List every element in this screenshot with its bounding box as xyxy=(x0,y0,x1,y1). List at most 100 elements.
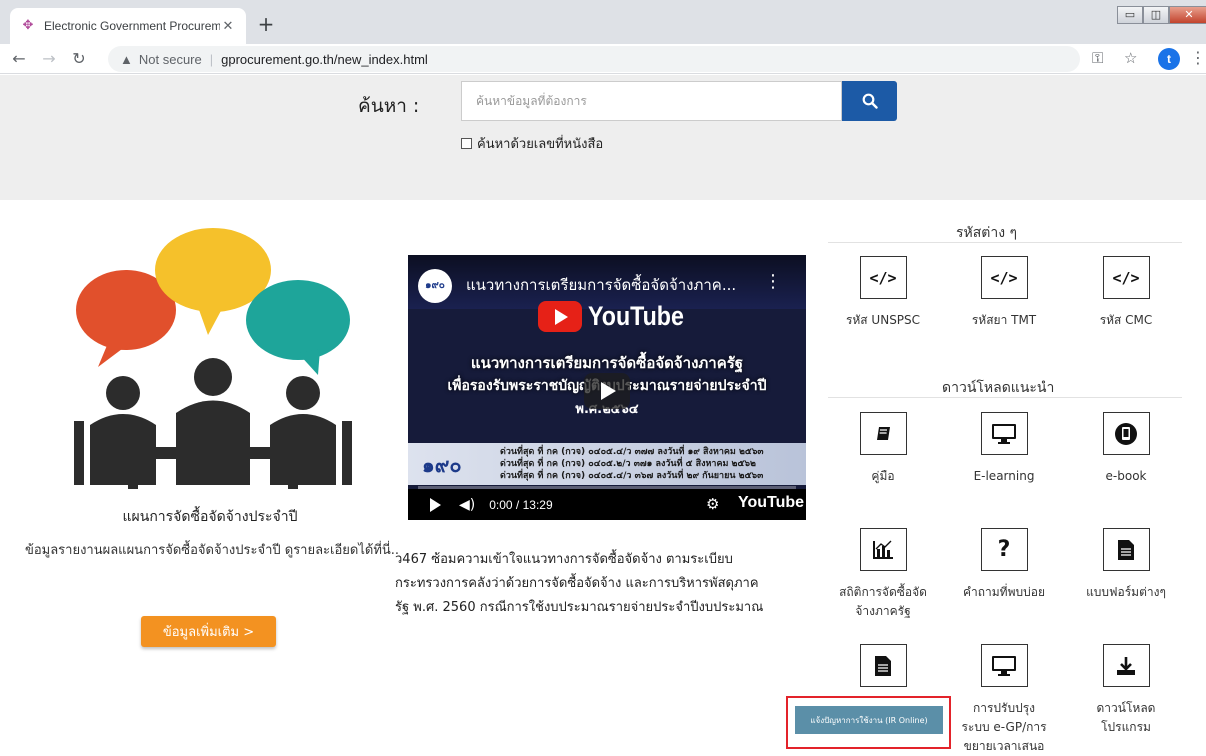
article-line: ว467 ซ้อมความเข้าใจแนวทางการจัดซื้อจัดจ้… xyxy=(395,552,733,567)
tile-elearning[interactable]: E-learning xyxy=(949,412,1059,486)
search-button[interactable] xyxy=(842,81,897,121)
play-icon[interactable] xyxy=(430,497,441,512)
tile-tmt[interactable]: </> รหัสยา TMT xyxy=(949,256,1059,330)
plan-title: แผนการจัดซื้อจัดจ้างประจำปี xyxy=(122,509,298,525)
tile-cmc[interactable]: </> รหัส CMC xyxy=(1071,256,1181,330)
tile-unspsc[interactable]: </> รหัส UNSPSC xyxy=(828,256,938,330)
address-bar[interactable]: ▲ Not secure | gprocurement.go.th/new_in… xyxy=(108,46,1080,72)
search-by-doc-checkbox[interactable] xyxy=(461,138,472,149)
volume-icon[interactable]: ◀) xyxy=(459,497,475,513)
bookmark-star-icon[interactable]: ☆ xyxy=(1124,49,1137,67)
article-line: กระทรวงการคลังว่าด้วยการจัดซื้อจัดจ้าง แ… xyxy=(395,576,759,591)
video-caption-line1: แนวทางการเตรียมการจัดซื้อจัดจ้างภาครัฐ xyxy=(470,354,744,372)
minimize-button[interactable]: ▭ xyxy=(1117,6,1143,24)
tab-title: Electronic Government Procurem xyxy=(44,19,220,33)
tile-label: รหัสยา TMT xyxy=(971,313,1037,327)
search-section: ค้นหา : ค้นหาข้อมูลที่ต้องการ ค้นหาด้วยเ… xyxy=(0,75,1206,200)
document-icon xyxy=(859,644,907,687)
article-line: รัฐ พ.ศ. 2560 กรณีการใช้งบประมาณรายจ่ายป… xyxy=(395,600,764,615)
form-icon xyxy=(1102,528,1150,571)
not-secure-label: Not secure xyxy=(138,51,202,67)
settings-gear-icon[interactable]: ⚙ xyxy=(706,495,719,513)
band-logo: ๑๙๐ xyxy=(422,453,462,477)
video-play-button[interactable] xyxy=(584,373,630,409)
book-icon xyxy=(859,412,907,455)
codes-heading-text: รหัสต่าง ๆ xyxy=(956,225,1018,241)
tile-statistics[interactable]: สถิติการจัดซื้อจัดจ้างภาครัฐ xyxy=(828,528,938,621)
band-line: ด่วนที่สุด ที่ กค (กวจ) ๐๔๐๕.๔/ว ๓๗๗ ลงว… xyxy=(500,447,764,457)
plan-description: ข้อมูลรายงานผลแผนการจัดซื้อจัดจ้างประจำป… xyxy=(24,543,400,558)
code-icon: </> xyxy=(1102,256,1150,299)
back-arrow-icon[interactable]: ← xyxy=(8,49,30,68)
video-more-icon[interactable]: ⋮ xyxy=(764,271,782,292)
window-controls: ▭ ◫ ✕ xyxy=(1117,6,1206,24)
tile-faq[interactable]: ? คำถามที่พบบ่อย xyxy=(949,528,1059,602)
address-separator: | xyxy=(209,51,214,67)
profile-avatar[interactable]: t xyxy=(1158,48,1180,70)
channel-logo[interactable]: ๑๙๐ xyxy=(418,269,452,303)
tab-close-icon[interactable]: ✕ xyxy=(220,19,236,34)
tile-label: e-book xyxy=(1105,469,1147,483)
tile-forms[interactable]: แบบฟอร์มต่างๆ xyxy=(1071,528,1181,602)
youtube-video-player[interactable]: ๑๙๐ แนวทางการเตรียมการจัดซื้อจัดจ้างภาค.… xyxy=(408,255,806,520)
site-favicon-icon: ✥ xyxy=(22,18,34,33)
tile-label: คำถามที่พบบ่อย xyxy=(963,585,1045,599)
search-by-doc-label: ค้นหาด้วยเลขที่หนังสือ xyxy=(477,137,604,152)
meeting-illustration xyxy=(74,228,352,489)
downloads-heading: ดาวน์โหลดแนะนำ xyxy=(828,377,1182,398)
codes-heading: รหัสต่าง ๆ xyxy=(828,222,1182,243)
download-icon xyxy=(1102,644,1150,687)
question-icon: ? xyxy=(980,528,1028,571)
people-at-table-icon xyxy=(74,358,352,489)
youtube-brand-link[interactable]: YouTube xyxy=(738,494,804,512)
band-line: ด่วนที่สุด ที่ กค (กวจ) ๐๔๐๕.๒/ว ๓๗๑ ลงว… xyxy=(500,459,756,469)
youtube-play-logo-icon xyxy=(538,301,582,332)
search-icon xyxy=(862,93,878,109)
search-label: ค้นหา : xyxy=(358,95,420,117)
tile-document[interactable] xyxy=(828,644,938,699)
search-by-doc-number[interactable]: ค้นหาด้วยเลขที่หนังสือ xyxy=(461,133,603,154)
speech-bubble-teal-icon xyxy=(246,280,350,375)
forward-arrow-icon[interactable]: → xyxy=(38,49,60,68)
youtube-wordmark: YouTube xyxy=(588,301,684,331)
key-icon[interactable]: ⚿ xyxy=(1092,49,1103,67)
downloads-heading-text: ดาวน์โหลดแนะนำ xyxy=(942,380,1055,396)
tile-egp-update[interactable]: การปรับปรุงระบบ e-GP/การขยายเวลาเสนอ xyxy=(949,644,1059,756)
tile-label: คู่มือ xyxy=(871,469,895,483)
tile-label: ดาวน์โหลดโปรแกรม xyxy=(1096,701,1156,734)
tile-label: รหัส CMC xyxy=(1099,313,1153,327)
tile-label: รหัส UNSPSC xyxy=(845,313,921,327)
band-lines: ด่วนที่สุด ที่ กค (กวจ) ๐๔๐๕.๔/ว ๓๗๗ ลงว… xyxy=(500,446,764,482)
browser-menu-icon[interactable]: ⋮ xyxy=(1190,48,1206,67)
tablet-icon xyxy=(1102,412,1150,455)
video-controls: ◀) 0:00 / 13:29 ⚙ YouTube xyxy=(408,489,806,520)
tile-ebook[interactable]: e-book xyxy=(1071,412,1181,486)
monitor-icon xyxy=(980,412,1028,455)
search-input[interactable]: ค้นหาข้อมูลที่ต้องการ xyxy=(461,81,842,121)
maximize-button[interactable]: ◫ xyxy=(1143,6,1169,24)
new-tab-button[interactable]: + xyxy=(254,13,278,37)
code-icon: </> xyxy=(980,256,1028,299)
close-window-button[interactable]: ✕ xyxy=(1169,6,1206,24)
monitor-icon xyxy=(980,644,1028,687)
warning-icon: ▲ xyxy=(120,51,133,67)
more-info-button[interactable]: ข้อมูลเพิ่มเติม > xyxy=(141,616,276,647)
ir-online-highlight: แจ้งปัญหาการใช้งาน (IR Online) xyxy=(786,696,951,749)
chart-icon xyxy=(859,528,907,571)
tile-manual[interactable]: คู่มือ xyxy=(828,412,938,486)
ir-online-button[interactable]: แจ้งปัญหาการใช้งาน (IR Online) xyxy=(795,706,943,734)
tile-label: E-learning xyxy=(973,469,1035,483)
tile-download-program[interactable]: ดาวน์โหลดโปรแกรม xyxy=(1071,644,1181,737)
video-title[interactable]: แนวทางการเตรียมการจัดซื้อจัดจ้างภาค... xyxy=(466,273,756,297)
news-article[interactable]: ว467 ซ้อมความเข้าใจแนวทางการจัดซื้อจัดจ้… xyxy=(395,548,815,620)
tile-label: แบบฟอร์มต่างๆ xyxy=(1086,585,1166,599)
tile-label: การปรับปรุงระบบ e-GP/การขยายเวลาเสนอ xyxy=(961,701,1047,753)
code-icon: </> xyxy=(859,256,907,299)
video-time: 0:00 / 13:29 xyxy=(489,497,553,512)
reload-icon[interactable]: ↻ xyxy=(68,49,90,68)
browser-tab[interactable]: ✥ Electronic Government Procurem ✕ xyxy=(10,8,246,44)
band-line: ด่วนที่สุด ที่ กค (กวจ) ๐๔๐๕.๔/ว ๓๖๗ ลงว… xyxy=(500,471,764,481)
tile-label: สถิติการจัดซื้อจัดจ้างภาครัฐ xyxy=(839,585,927,618)
url-text: gprocurement.go.th/new_index.html xyxy=(221,51,428,67)
browser-titlebar: ✥ Electronic Government Procurem ✕ + ▭ ◫… xyxy=(0,0,1206,44)
